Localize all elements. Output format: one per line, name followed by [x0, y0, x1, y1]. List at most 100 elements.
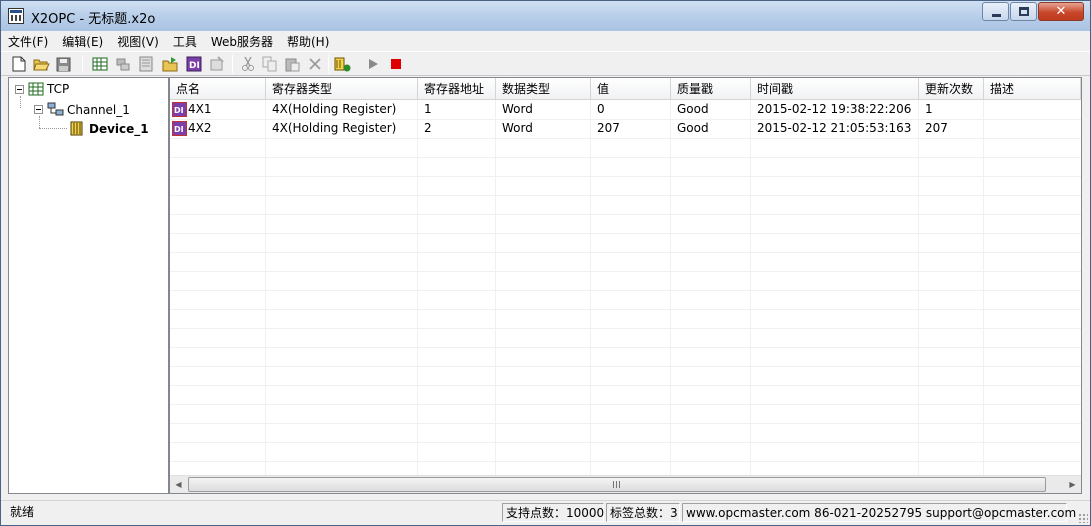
open-folder-icon	[32, 59, 50, 70]
table-row[interactable]: DI 4X2 4X(Holding Register) 2 Word 207 Go…	[170, 119, 1081, 138]
column-header-quality[interactable]: 质量戳	[671, 78, 751, 100]
delete-x-icon	[309, 58, 321, 70]
menu-file[interactable]: 文件(F)	[1, 31, 55, 50]
open-file-button[interactable]	[32, 55, 50, 73]
menu-view[interactable]: 视图(V)	[110, 31, 166, 50]
tag-name-text: 4X1	[188, 102, 212, 116]
column-header-register-type[interactable]: 寄存器类型	[266, 78, 418, 100]
status-support-points: 支持点数：10000	[502, 503, 604, 522]
copy-icon	[262, 56, 277, 72]
tag-di-icon: DI	[186, 56, 202, 72]
add-device-button[interactable]	[114, 55, 132, 73]
collapse-icon[interactable]	[15, 84, 24, 94]
tag-icon: DI	[172, 102, 187, 117]
tag-name-text: 4X2	[188, 121, 212, 135]
column-header-value[interactable]: 值	[591, 78, 671, 100]
add-channel-button[interactable]	[91, 55, 109, 73]
grid-line	[170, 385, 1081, 386]
add-group-button[interactable]	[137, 55, 155, 73]
minimize-button[interactable]	[982, 2, 1009, 21]
tag-properties-button[interactable]	[208, 55, 226, 73]
delete-button[interactable]	[306, 55, 324, 73]
cell-quality: Good	[677, 121, 709, 135]
grid-line	[170, 252, 1081, 253]
cell-update-count: 1	[925, 102, 933, 116]
tree-node-device[interactable]: Device_1	[69, 121, 149, 136]
menu-edit[interactable]: 编辑(E)	[55, 31, 110, 50]
save-button[interactable]	[54, 55, 72, 73]
menu-web-server[interactable]: Web服务器	[204, 31, 280, 50]
cell-tag-name: DI 4X2	[170, 119, 266, 138]
list-header: 点名 寄存器类型 寄存器地址 数据类型 值 质量戳 时间戳 更新次数 描述	[170, 78, 1081, 100]
save-icon	[56, 57, 70, 71]
tag-icon: DI	[172, 121, 187, 136]
column-header-data-type[interactable]: 数据类型	[496, 78, 591, 100]
status-bar: 就绪 支持点数：10000 标签总数：3 www.opcmaster.com 8…	[1, 500, 1090, 525]
paste-icon	[285, 58, 300, 72]
run-button[interactable]	[364, 55, 382, 73]
stop-button[interactable]	[387, 55, 405, 73]
cell-value: 207	[597, 121, 620, 135]
tree-node-tcp[interactable]: TCP	[15, 82, 69, 96]
horizontal-scrollbar[interactable]: ◀ ▶	[170, 475, 1081, 493]
cell-description	[984, 100, 1081, 119]
status-tag-total: 标签总数：3	[606, 503, 680, 522]
cell-data-type: Word	[502, 121, 533, 135]
menu-tools[interactable]: 工具	[166, 31, 204, 50]
toolbar-separator	[82, 55, 83, 73]
column-header-tag-name[interactable]: 点名	[170, 78, 266, 100]
add-tag-button[interactable]: DI	[185, 55, 203, 73]
grid-line	[170, 347, 1081, 348]
close-button[interactable]: ✕	[1038, 2, 1084, 21]
project-tree: TCP Channel_1 Device_1	[8, 77, 169, 494]
tree-line	[39, 116, 40, 128]
cell-update-count: 207	[925, 121, 948, 135]
copy-button[interactable]	[261, 55, 279, 73]
tree-node-channel[interactable]: Channel_1	[34, 102, 130, 117]
table-row[interactable]: DI 4X1 4X(Holding Register) 1 Word 0 Good…	[170, 100, 1081, 119]
stop-icon	[391, 59, 401, 69]
network-icon	[47, 102, 64, 117]
collapse-icon[interactable]	[34, 105, 43, 114]
import-button[interactable]	[161, 55, 179, 73]
properties-icon	[210, 56, 224, 71]
tree-line	[20, 96, 21, 108]
configure-button[interactable]	[334, 55, 352, 73]
import-folder-icon	[162, 57, 177, 72]
paste-button[interactable]	[284, 55, 302, 73]
toolbar-separator	[328, 55, 329, 73]
menu-help[interactable]: 帮助(H)	[280, 31, 336, 50]
group-table-icon	[139, 56, 153, 72]
resize-grip-icon[interactable]	[1078, 513, 1088, 523]
cell-timestamp: 2015-02-12 19:38:22:206	[757, 102, 912, 116]
maximize-button[interactable]	[1010, 2, 1037, 21]
new-file-button[interactable]	[10, 55, 28, 73]
column-header-description[interactable]: 描述	[984, 78, 1081, 100]
scroll-thumb[interactable]	[188, 477, 1046, 492]
channel-grid-icon	[92, 57, 108, 71]
app-icon[interactable]	[8, 8, 24, 24]
grid-line	[170, 214, 1081, 215]
grid-line	[170, 176, 1081, 177]
tree-label-channel: Channel_1	[67, 102, 130, 117]
tree-label-tcp: TCP	[47, 82, 70, 96]
column-header-timestamp[interactable]: 时间戳	[751, 78, 919, 100]
window-controls: ✕	[981, 2, 1084, 21]
status-ready: 就绪	[10, 505, 35, 519]
cut-icon	[242, 56, 254, 71]
cut-button[interactable]	[239, 55, 257, 73]
svg-text:DI: DI	[174, 106, 184, 115]
tree-line	[39, 128, 67, 129]
grid-line	[170, 271, 1081, 272]
grid-line	[170, 442, 1081, 443]
svg-text:DI: DI	[174, 125, 184, 134]
device-config-icon	[334, 57, 351, 71]
menu-bar: 文件(F) 编辑(E) 视图(V) 工具 Web服务器 帮助(H)	[1, 31, 1090, 50]
scroll-left-icon[interactable]: ◀	[170, 476, 187, 493]
grid-line	[170, 157, 1081, 158]
scroll-right-icon[interactable]: ▶	[1064, 476, 1081, 493]
column-header-update-count[interactable]: 更新次数	[919, 78, 984, 100]
column-header-register-address[interactable]: 寄存器地址	[418, 78, 496, 100]
title-bar[interactable]: X2OPC - 无标题.x2o ✕	[1, 1, 1090, 31]
grip-icon	[613, 481, 621, 488]
